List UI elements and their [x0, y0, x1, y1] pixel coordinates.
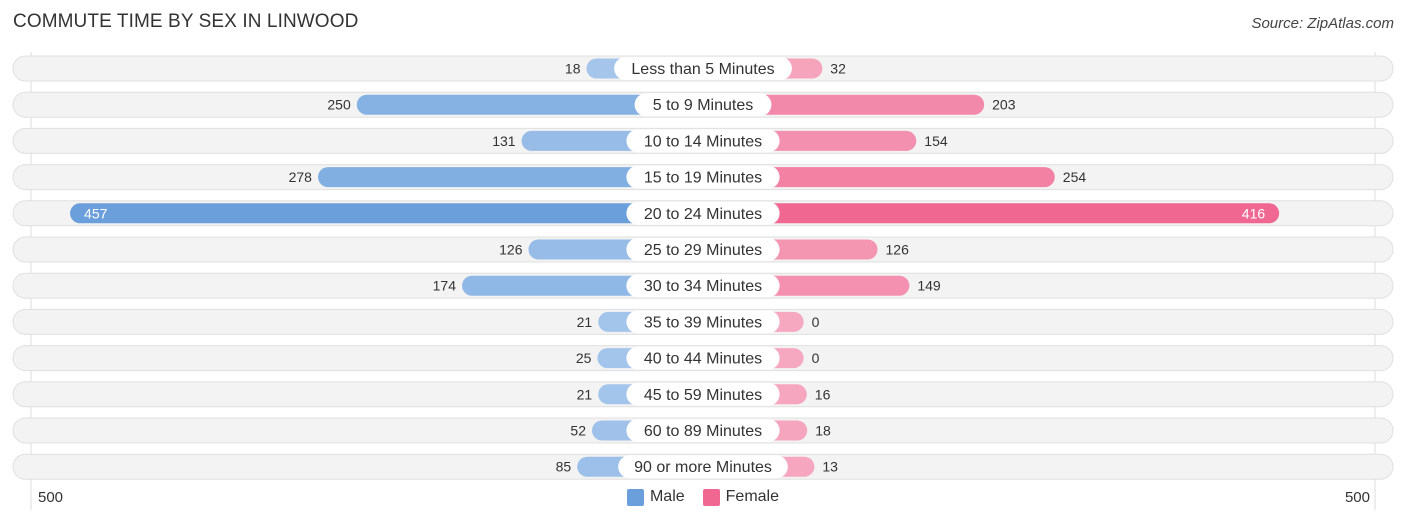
- legend: Male Female: [0, 488, 1406, 506]
- value-label-female: 203: [992, 97, 1016, 113]
- category-label: 35 to 39 Minutes: [644, 314, 762, 331]
- category-label: 20 to 24 Minutes: [644, 206, 762, 223]
- value-label-female: 254: [1063, 169, 1087, 185]
- legend-item-female[interactable]: Female: [702, 488, 780, 506]
- value-label-female: 416: [1242, 205, 1266, 221]
- value-label-female: 13: [822, 459, 838, 475]
- category-label: 10 to 14 Minutes: [644, 133, 762, 150]
- value-label-male: 457: [84, 205, 108, 221]
- category-label: 15 to 19 Minutes: [644, 170, 762, 187]
- category-label: Less than 5 Minutes: [631, 61, 774, 78]
- value-label-male: 126: [499, 242, 523, 258]
- bar-male: [70, 203, 704, 224]
- value-label-female: 126: [886, 242, 910, 258]
- legend-swatch-female: [702, 488, 720, 506]
- category-label: 25 to 29 Minutes: [644, 242, 762, 259]
- value-label-male: 174: [433, 278, 457, 294]
- value-label-male: 278: [289, 169, 313, 185]
- value-label-female: 149: [917, 278, 941, 294]
- value-label-male: 18: [565, 61, 581, 77]
- legend-label-female: Female: [725, 488, 780, 505]
- category-label: 30 to 34 Minutes: [644, 278, 762, 295]
- value-label-female: 0: [812, 350, 820, 366]
- category-label: 60 to 89 Minutes: [644, 423, 762, 440]
- value-label-male: 21: [577, 386, 593, 402]
- value-label-male: 131: [492, 133, 516, 149]
- chart-canvas: Less than 5 Minutes18 325 to 9 Minutes250…: [12, 52, 1394, 510]
- value-label-male: 250: [327, 97, 351, 113]
- legend-label-male: Male: [649, 488, 685, 505]
- category-label: 45 to 59 Minutes: [644, 387, 762, 404]
- legend-swatch-male: [626, 488, 644, 506]
- value-label-male: 85: [556, 459, 572, 475]
- category-label: 90 or more Minutes: [634, 459, 772, 476]
- category-label: 40 to 44 Minutes: [644, 351, 762, 368]
- value-label-female: 0: [812, 314, 820, 330]
- bar-female: [703, 203, 1280, 224]
- value-label-female: 16: [815, 386, 831, 402]
- value-label-female: 154: [924, 133, 948, 149]
- value-label-female: 18: [815, 423, 831, 439]
- legend-item-male[interactable]: Male: [626, 488, 685, 506]
- value-label-female: 32: [830, 61, 846, 77]
- category-label: 5 to 9 Minutes: [653, 97, 754, 114]
- value-label-male: 25: [576, 350, 592, 366]
- value-label-male: 52: [570, 423, 586, 439]
- value-label-male: 21: [577, 314, 593, 330]
